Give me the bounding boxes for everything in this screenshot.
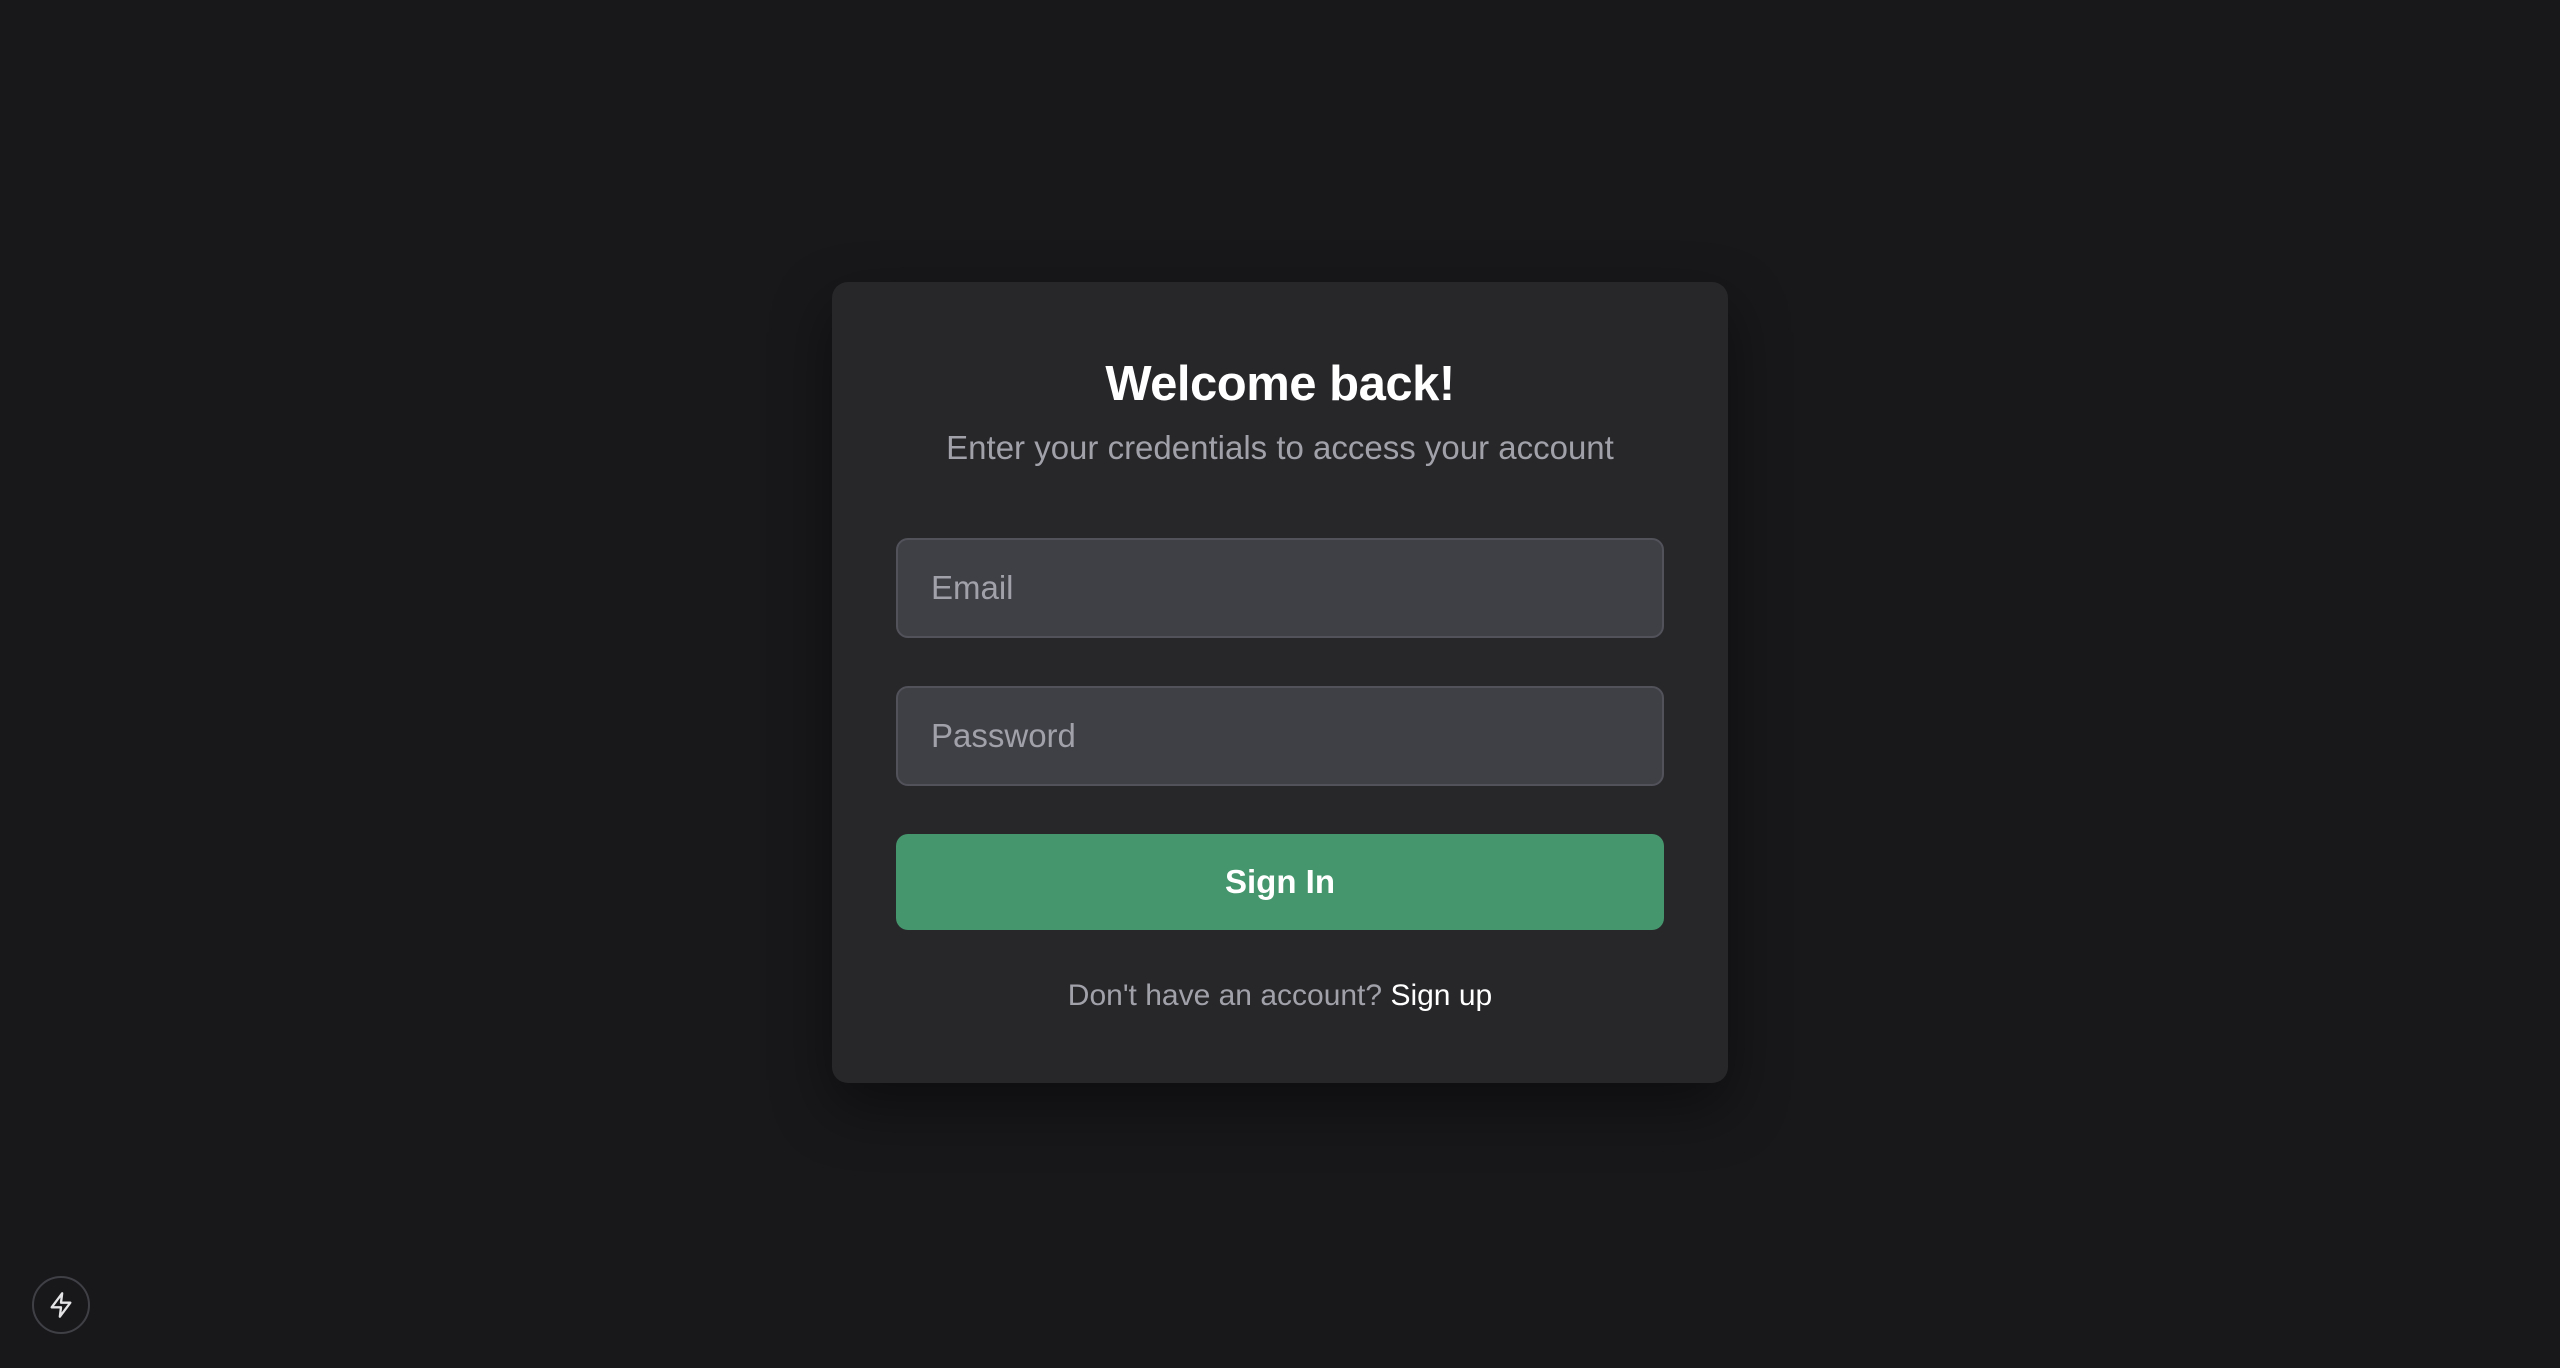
page-title: Welcome back!: [1105, 357, 1455, 411]
login-page: Welcome back! Enter your credentials to …: [0, 0, 2560, 1368]
login-card: Welcome back! Enter your credentials to …: [832, 282, 1728, 1083]
page-subtitle: Enter your credentials to access your ac…: [946, 429, 1614, 466]
signup-prompt-text: Don't have an account?: [1067, 979, 1383, 1012]
sign-in-button[interactable]: Sign In: [896, 834, 1664, 930]
email-input[interactable]: [896, 538, 1664, 638]
lightning-bolt-icon: [50, 1292, 72, 1318]
dev-tools-button[interactable]: [32, 1276, 90, 1334]
password-input[interactable]: [896, 686, 1664, 786]
signup-link[interactable]: Sign up: [1390, 979, 1492, 1012]
signup-prompt: Don't have an account? Sign up: [896, 976, 1664, 1016]
